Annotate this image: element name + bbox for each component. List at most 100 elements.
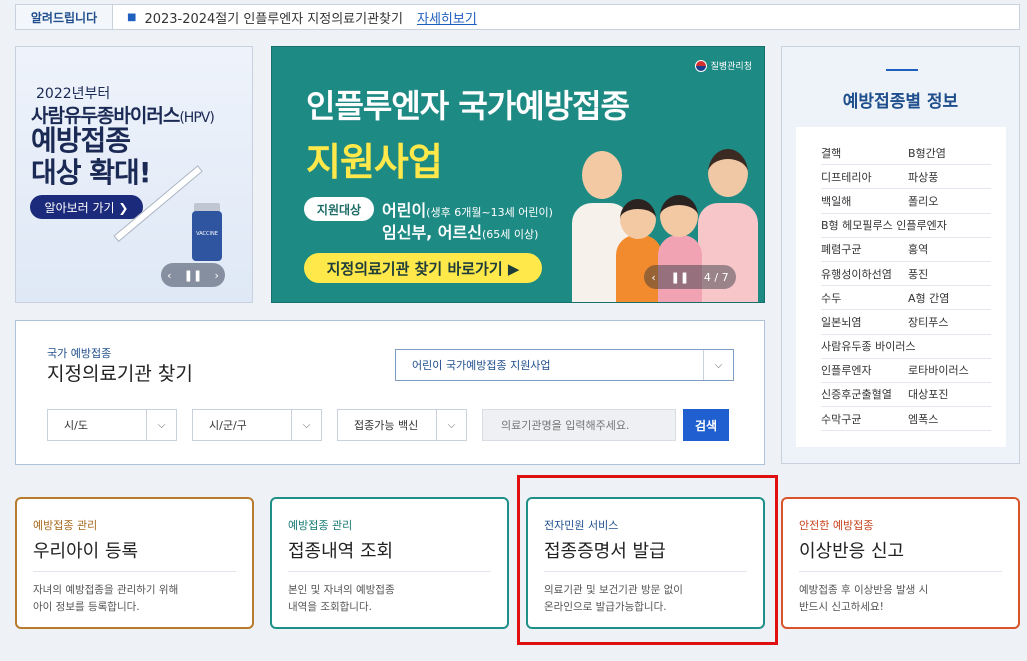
vaccine-select-value: 접종가능 백신 xyxy=(354,419,419,432)
vaccine-link[interactable]: 파상풍 xyxy=(908,169,991,185)
card-title: 접종내역 조회 xyxy=(288,541,394,562)
card-description-line: 본인 및 자녀의 예방접종 xyxy=(288,584,395,596)
sigungu-select-value: 시/군/구 xyxy=(209,419,247,432)
vaccine-link[interactable]: 신증후군출혈열 xyxy=(821,386,908,402)
bullet-icon: ■ xyxy=(127,11,137,23)
vaccine-link[interactable]: A형 간염 xyxy=(908,290,991,306)
vaccine-link[interactable]: 수두 xyxy=(821,290,908,306)
pause-icon[interactable]: ❚❚ xyxy=(671,271,689,284)
vaccine-row: B형 헤모필루스 인플루엔자 xyxy=(821,214,991,238)
vaccine-info-panel: 예방접종별 정보 결핵 B형간염 디프테리아 파상풍 백일해 폴리오 B형 헤모필루스 인플… xyxy=(781,46,1020,464)
boy-head xyxy=(620,199,656,239)
vaccine-row: 일본뇌염 장티푸스 xyxy=(821,310,991,335)
card-description-line: 내역을 조회합니다. xyxy=(288,601,372,613)
hpv-slider-controls: ‹ ❚❚ › xyxy=(161,263,225,287)
hpv-banner-line2-small: (HPV) xyxy=(179,110,214,126)
chevron-down-icon[interactable]: ⌵ xyxy=(291,410,321,440)
notice-bar: 알려드립니다 ■ 2023-2024절기 인플루엔자 지정의료기관찾기 자세히보… xyxy=(15,4,1020,30)
card-description-line: 아이 정보를 등록합니다. xyxy=(33,601,140,613)
hpv-banner-headline: 예방접종 대상 확대! xyxy=(31,125,152,189)
chevron-down-icon[interactable]: ⌵ xyxy=(703,350,733,380)
card-title: 우리아이 등록 xyxy=(33,541,139,562)
notice-detail-link[interactable]: 자세히보기 xyxy=(417,8,477,27)
card-description: 예방접종 후 이상반응 발생 시 반드시 신고하세요! xyxy=(799,582,1002,616)
title-accent-bar xyxy=(886,69,918,71)
vaccine-link[interactable]: 홍역 xyxy=(908,241,991,257)
vaccine-select[interactable]: 접종가능 백신 ⌵ xyxy=(337,409,467,441)
vaccine-link[interactable]: 인플루엔자 xyxy=(821,362,908,378)
hpv-banner[interactable]: 2022년부터 사람유두종바이러스(HPV) 예방접종 대상 확대! 알아보러 가… xyxy=(15,46,253,303)
card-category: 전자민원 서비스 xyxy=(544,519,619,532)
target-label: 지원대상 xyxy=(304,197,374,221)
flu-banner-subtitle: 지원사업 xyxy=(306,140,443,184)
vaccine-row: 디프테리아 파상풍 xyxy=(821,165,991,190)
prev-icon[interactable]: ‹ xyxy=(167,269,171,282)
prev-icon[interactable]: ‹ xyxy=(651,271,655,284)
pause-icon[interactable]: ❚❚ xyxy=(184,269,202,282)
card-description-line: 온라인으로 발급가능합니다. xyxy=(544,601,667,613)
program-select[interactable]: 어린이 국가예방접종 지원사업 ⌵ xyxy=(395,349,734,381)
vaccination-history-card[interactable]: 예방접종 관리 접종내역 조회 본인 및 자녀의 예방접종내역을 조회합니다. xyxy=(270,497,509,629)
card-divider xyxy=(288,571,491,572)
register-child-card[interactable]: 예방접종 관리 우리아이 등록 자녀의 예방접종을 관리하기 위해 아이 정보를 … xyxy=(15,497,254,629)
vaccine-link[interactable]: 유행성이하선염 xyxy=(821,266,908,282)
certificate-issue-card[interactable]: 전자민원 서비스 접종증명서 발급 의료기관 및 보건기관 방문 없이 온라인으로… xyxy=(526,497,765,629)
search-button[interactable]: 검색 xyxy=(683,409,729,441)
vaccine-row: 인플루엔자 로타바이러스 xyxy=(821,359,991,383)
chevron-down-icon[interactable]: ⌵ xyxy=(436,410,466,440)
vaccine-link[interactable]: 대상포진 xyxy=(908,386,991,402)
next-icon[interactable]: › xyxy=(214,269,218,282)
program-select-value: 어린이 국가예방접종 지원사업 xyxy=(412,359,551,372)
taegeuk-icon xyxy=(694,59,707,72)
vaccine-link[interactable]: 백일해 xyxy=(821,193,908,209)
vaccine-row: 결핵 B형간염 xyxy=(821,141,991,166)
slide-counter: 4 / 7 xyxy=(703,270,729,284)
vaccine-link[interactable]: 디프테리아 xyxy=(821,169,908,185)
hpv-learn-more-button[interactable]: 알아보러 가기 ❯ xyxy=(30,195,143,219)
vaccine-link[interactable]: 장티푸스 xyxy=(908,314,991,330)
vaccine-link[interactable]: B형 헤모필루스 인플루엔자 xyxy=(821,217,947,233)
card-description: 자녀의 예방접종을 관리하기 위해아이 정보를 등록합니다. xyxy=(33,582,236,616)
kdca-logo: 질병관리청 xyxy=(694,59,752,72)
vaccine-link[interactable]: 수막구균 xyxy=(821,411,908,427)
card-title: 접종증명서 발급 xyxy=(544,541,666,562)
target-children-detail: (생후 6개월~13세 어린이) xyxy=(426,206,553,219)
vaccine-link[interactable]: B형간염 xyxy=(908,145,991,161)
clinic-search-panel: 국가 예방접종 지정의료기관 찾기 어린이 국가예방접종 지원사업 ⌵ 시/도 ⌵ … xyxy=(15,320,765,465)
notice-text[interactable]: 2023-2024절기 인플루엔자 지정의료기관찾기 xyxy=(144,8,403,27)
card-description-line: 자녀의 예방접종을 관리하기 위해 xyxy=(33,584,179,596)
vaccine-row: 수막구균 엠폭스 xyxy=(821,407,991,432)
vaccine-row: 유행성이하선염 풍진 xyxy=(821,262,991,287)
sido-select[interactable]: 시/도 ⌵ xyxy=(47,409,177,441)
vaccine-link[interactable]: 폴리오 xyxy=(908,193,991,209)
kdca-name: 질병관리청 xyxy=(710,62,752,72)
adverse-reaction-card[interactable]: 안전한 예방접종 이상반응 신고 예방접종 후 이상반응 발생 시 반드시 신고하… xyxy=(781,497,1020,629)
flu-slider-controls: ‹ ❚❚ 4 / 7 xyxy=(644,265,736,289)
card-divider xyxy=(33,571,236,572)
find-clinic-button[interactable]: 지정의료기관 찾기 바로가기 ▶ xyxy=(304,253,542,283)
vial-label: VACCINE xyxy=(196,231,218,237)
hpv-banner-line1: 2022년부터 xyxy=(36,86,111,102)
vaccine-row: 백일해 폴리오 xyxy=(821,189,991,214)
vaccine-row: 신증후군출혈열 대상포진 xyxy=(821,383,991,408)
vaccine-list: 결핵 B형간염 디프테리아 파상풍 백일해 폴리오 B형 헤모필루스 인플루엔자 폐렴구균 홍역… xyxy=(796,127,1006,447)
vaccine-link[interactable]: 결핵 xyxy=(821,145,908,161)
card-divider xyxy=(544,571,747,572)
vaccine-link[interactable]: 로타바이러스 xyxy=(908,362,991,378)
vaccine-link[interactable]: 풍진 xyxy=(908,266,991,282)
sido-select-value: 시/도 xyxy=(64,419,88,432)
flu-banner[interactable]: 질병관리청 인플루엔자 국가예방접종 지원사업 지원대상 어린이(생후 6개월~… xyxy=(271,46,765,303)
card-category: 예방접종 관리 xyxy=(288,519,353,532)
vaccine-link[interactable]: 엠폭스 xyxy=(908,411,991,427)
target-children-main: 어린이 xyxy=(382,201,427,220)
vaccine-link[interactable]: 폐렴구균 xyxy=(821,241,908,257)
clinic-name-input[interactable] xyxy=(482,409,676,441)
vaccine-link[interactable]: 일본뇌염 xyxy=(821,314,908,330)
card-description: 본인 및 자녀의 예방접종내역을 조회합니다. xyxy=(288,582,491,616)
chevron-down-icon[interactable]: ⌵ xyxy=(146,410,176,440)
card-description-line: 예방접종 후 이상반응 발생 시 xyxy=(799,584,929,596)
vaccine-row: 폐렴구균 홍역 xyxy=(821,238,991,262)
vaccine-row: 사람유두종 바이러스 xyxy=(821,335,991,359)
sigungu-select[interactable]: 시/군/구 ⌵ xyxy=(192,409,322,441)
vaccine-link[interactable]: 사람유두종 바이러스 xyxy=(821,338,916,354)
